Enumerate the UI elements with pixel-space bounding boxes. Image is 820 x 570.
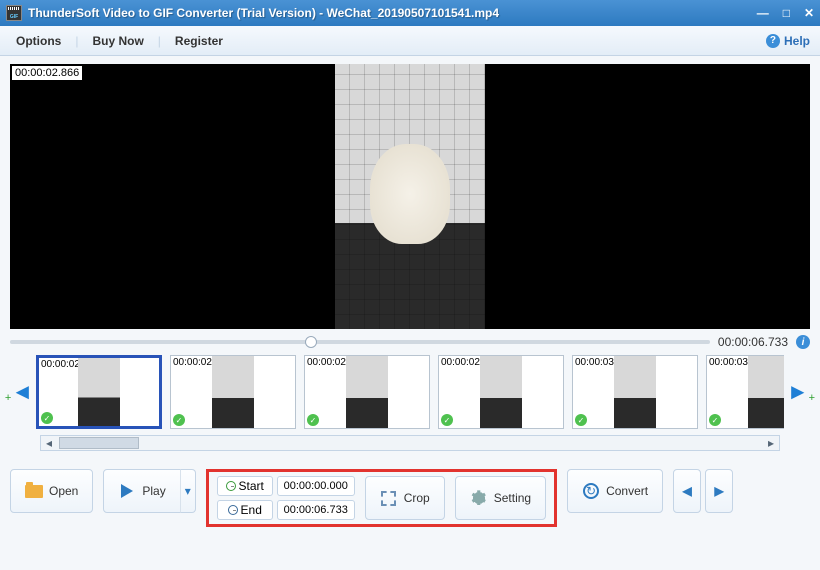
help-button[interactable]: ? Help	[766, 34, 810, 48]
menu-buy-now[interactable]: Buy Now	[86, 34, 149, 48]
video-preview[interactable]: 00:00:02.866	[10, 64, 810, 329]
setting-button[interactable]: Setting	[455, 476, 546, 520]
scroll-right-icon[interactable]: ▸	[763, 436, 779, 450]
next-button[interactable]: ▶	[705, 469, 733, 513]
app-icon	[6, 5, 22, 21]
seek-slider[interactable]	[10, 340, 710, 344]
crop-icon	[381, 491, 396, 506]
seek-thumb[interactable]	[305, 336, 317, 348]
play-icon	[121, 484, 133, 498]
thumbs-scrollbar[interactable]: ◂ ▸	[40, 435, 780, 451]
title-bar: ThunderSoft Video to GIF Converter (Tria…	[0, 0, 820, 26]
status-ok-icon: ✓	[41, 412, 53, 424]
close-button[interactable]: ✕	[804, 6, 814, 20]
minimize-button[interactable]: —	[757, 6, 769, 20]
scroll-handle[interactable]	[59, 437, 139, 449]
thumb-4[interactable]: 00:00:03.000✓	[572, 355, 698, 429]
start-value[interactable]: 00:00:00.000	[277, 476, 355, 496]
status-ok-icon: ✓	[441, 414, 453, 426]
highlighted-group: Start 00:00:00.000 End 00:00:06.733 Crop…	[206, 469, 557, 527]
clock-icon	[228, 505, 238, 515]
thumb-3[interactable]: 00:00:02.966✓	[438, 355, 564, 429]
maximize-button[interactable]: □	[783, 6, 790, 20]
scroll-left-icon[interactable]: ◂	[41, 436, 57, 450]
thumb-0[interactable]: 00:00:02.866✓	[36, 355, 162, 429]
toolbar: Open Play ▾ Start 00:00:00.000 End 00:00…	[10, 465, 810, 531]
gear-icon	[471, 490, 487, 506]
menu-bar: Options | Buy Now | Register ? Help	[0, 26, 820, 56]
status-ok-icon: ✓	[575, 414, 587, 426]
end-button[interactable]: End	[217, 500, 273, 520]
end-value[interactable]: 00:00:06.733	[277, 500, 355, 520]
thumbs-next-button[interactable]: ►+	[790, 355, 812, 429]
info-icon[interactable]: i	[796, 335, 810, 349]
play-dropdown[interactable]: ▾	[180, 469, 196, 513]
open-button[interactable]: Open	[10, 469, 93, 513]
thumbs-prev-button[interactable]: +◄	[8, 355, 30, 429]
convert-button[interactable]: Convert	[567, 469, 663, 513]
thumb-2[interactable]: 00:00:02.933✓	[304, 355, 430, 429]
status-ok-icon: ✓	[173, 414, 185, 426]
menu-options[interactable]: Options	[10, 34, 67, 48]
folder-icon	[25, 485, 43, 498]
thumb-5[interactable]: 00:00:03.0✓	[706, 355, 784, 429]
thumb-1[interactable]: 00:00:02.900✓	[170, 355, 296, 429]
preview-timestamp: 00:00:02.866	[12, 66, 82, 80]
help-icon: ?	[766, 34, 780, 48]
crop-button[interactable]: Crop	[365, 476, 445, 520]
start-button[interactable]: Start	[217, 476, 273, 496]
thumbnail-strip: 00:00:02.866✓ 00:00:02.900✓ 00:00:02.933…	[36, 355, 784, 429]
prev-button[interactable]: ◀	[673, 469, 701, 513]
clock-icon	[226, 481, 236, 491]
window-title: ThunderSoft Video to GIF Converter (Tria…	[28, 6, 757, 20]
status-ok-icon: ✓	[709, 414, 721, 426]
status-ok-icon: ✓	[307, 414, 319, 426]
convert-icon	[583, 483, 599, 499]
preview-frame	[335, 64, 485, 329]
menu-register[interactable]: Register	[169, 34, 229, 48]
duration-label: 00:00:06.733	[718, 335, 788, 349]
play-button[interactable]: Play	[103, 469, 180, 513]
